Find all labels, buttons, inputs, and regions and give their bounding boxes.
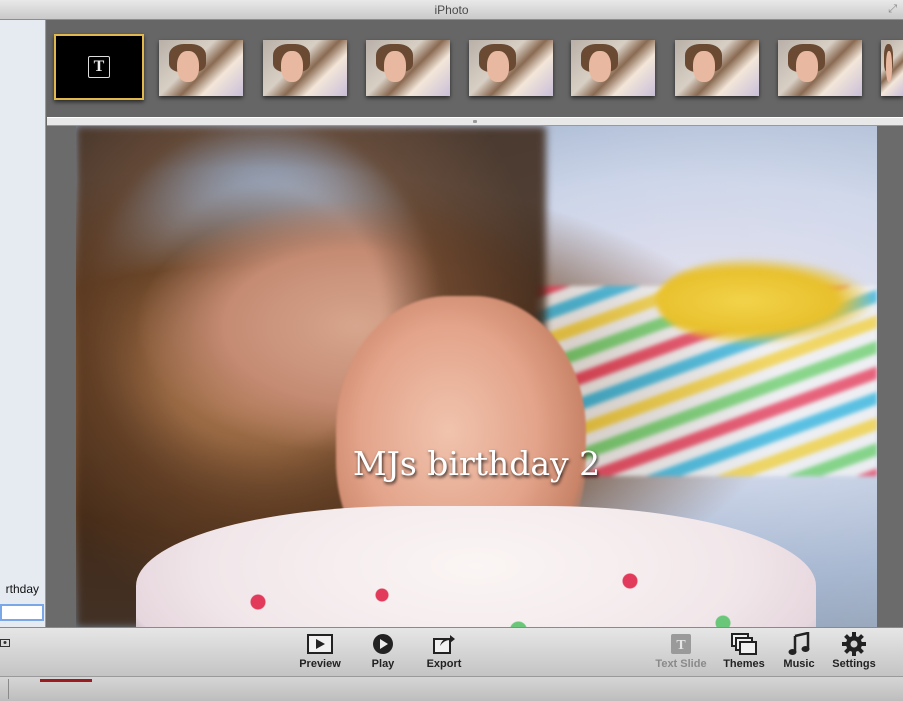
bottom-toolbar: Preview Play Export T Text Slide Themes xyxy=(0,627,903,676)
photo xyxy=(675,40,759,96)
play-button[interactable]: Play xyxy=(366,632,400,670)
preview-button[interactable]: Preview xyxy=(296,632,344,670)
shirt-stars xyxy=(196,546,816,627)
gear-icon xyxy=(842,632,866,656)
status-bar xyxy=(0,676,903,701)
text-slide-label: Text Slide xyxy=(655,658,707,670)
window-title: iPhoto xyxy=(434,3,469,17)
music-label: Music xyxy=(783,658,815,670)
photo-thumbnail[interactable] xyxy=(571,40,655,96)
text-slide-button[interactable]: T Text Slide xyxy=(651,632,711,670)
photo xyxy=(778,40,862,96)
themes-icon xyxy=(731,633,757,655)
progress-indicator xyxy=(40,679,92,682)
settings-button[interactable]: Settings xyxy=(828,632,880,670)
sidebar: rthday xyxy=(0,20,46,627)
photo-thumbnail[interactable] xyxy=(778,40,862,96)
thumbnail-strip[interactable]: T xyxy=(47,20,903,118)
photo-thumbnail[interactable] xyxy=(469,40,553,96)
svg-text:T: T xyxy=(676,638,686,653)
slideshow-name-label[interactable]: rthday xyxy=(6,582,39,596)
photo xyxy=(571,40,655,96)
slideshow-name-field[interactable] xyxy=(0,604,44,621)
slideshow-icon[interactable] xyxy=(0,638,10,648)
title-bar: iPhoto ⤢ xyxy=(0,0,903,20)
slide-stage: MJs birthday 2 xyxy=(47,126,903,627)
photo-thumbnail[interactable] xyxy=(881,40,903,96)
photo-thumbnail[interactable] xyxy=(675,40,759,96)
fullscreen-icon[interactable]: ⤢ xyxy=(888,3,897,16)
photo xyxy=(263,40,347,96)
themes-label: Themes xyxy=(723,658,765,670)
text-slide-toolbar-icon: T xyxy=(671,634,691,654)
divider-grip[interactable] xyxy=(473,120,477,123)
text-slide-thumbnail[interactable]: T xyxy=(54,34,144,100)
ribbon-bow xyxy=(656,256,876,346)
photo-thumbnail[interactable] xyxy=(263,40,347,96)
photo xyxy=(159,40,243,96)
themes-button[interactable]: Themes xyxy=(720,632,768,670)
settings-label: Settings xyxy=(832,658,876,670)
play-label: Play xyxy=(371,658,395,670)
preview-icon xyxy=(307,634,333,654)
photo-thumbnail[interactable] xyxy=(366,40,450,96)
photo xyxy=(366,40,450,96)
bar-divider xyxy=(8,679,9,699)
export-icon xyxy=(433,635,455,654)
music-icon xyxy=(788,632,810,655)
photo xyxy=(881,40,903,96)
photo-thumbnail[interactable] xyxy=(159,40,243,96)
photo xyxy=(469,40,553,96)
split-divider[interactable] xyxy=(47,117,903,126)
slide-photo[interactable]: MJs birthday 2 xyxy=(76,126,877,627)
export-button[interactable]: Export xyxy=(422,632,466,670)
export-label: Export xyxy=(426,658,462,670)
play-icon xyxy=(373,634,393,654)
slide-caption[interactable]: MJs birthday 2 xyxy=(76,444,877,483)
preview-label: Preview xyxy=(299,658,341,670)
text-slide-icon: T xyxy=(88,56,110,78)
music-button[interactable]: Music xyxy=(780,632,818,670)
